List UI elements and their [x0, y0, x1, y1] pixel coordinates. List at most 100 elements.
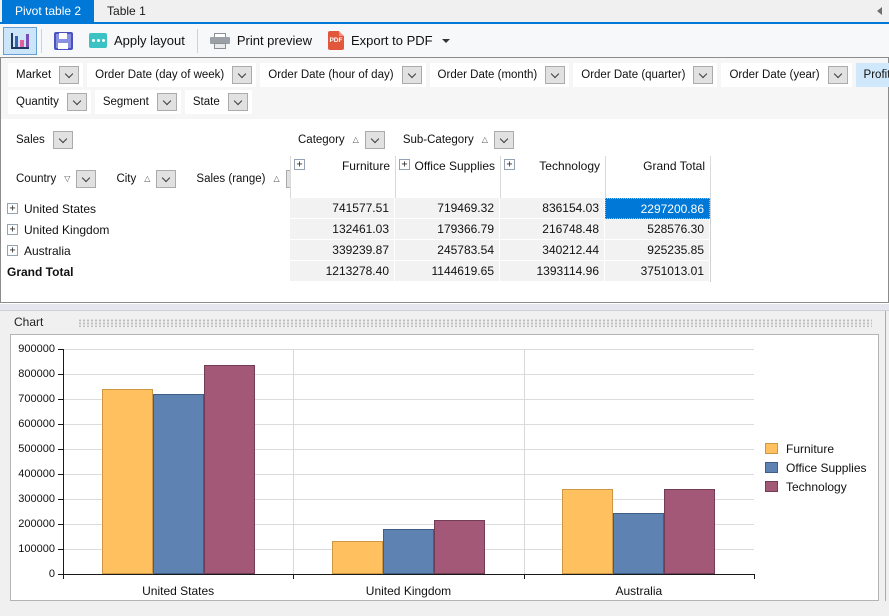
bar-office-supplies-united-kingdom[interactable]	[383, 529, 434, 574]
column-header-office-supplies[interactable]: +Office Supplies	[396, 156, 501, 198]
y-axis-label: 900000	[7, 343, 55, 355]
field-filter-dropdown-button[interactable]	[76, 170, 96, 188]
bar-technology-australia[interactable]	[664, 489, 715, 574]
row-header-grand-total[interactable]: Grand Total	[4, 261, 290, 282]
expand-icon[interactable]: +	[7, 224, 18, 235]
pivot-cell[interactable]: 179366.79	[395, 219, 500, 240]
field-chip-label: Sales	[16, 134, 45, 146]
column-header-furniture[interactable]: +Furniture	[291, 156, 396, 198]
pivot-cell[interactable]: 1393114.96	[500, 261, 605, 282]
field-chip-label: Order Date (year)	[729, 69, 819, 81]
pivot-cell[interactable]: 3751013.01	[605, 261, 710, 282]
expand-icon[interactable]: +	[7, 203, 18, 214]
field-chip-order-date-month[interactable]: Order Date (month)	[430, 63, 570, 87]
sort-ascending-icon: △	[273, 175, 279, 183]
field-chip-profit[interactable]: Profit	[856, 63, 889, 87]
field-filter-dropdown-button[interactable]	[53, 131, 73, 149]
bar-technology-united-kingdom[interactable]	[434, 520, 485, 574]
field-chip-order-date-day-of-week[interactable]: Order Date (day of week)	[87, 63, 256, 87]
field-filter-dropdown-button[interactable]	[693, 66, 713, 84]
column-header-label: Office Supplies	[410, 159, 495, 173]
pivot-cell[interactable]: 340212.44	[500, 240, 605, 261]
category-separator-line	[524, 349, 525, 574]
field-filter-dropdown-button[interactable]	[228, 93, 248, 111]
field-chip-label: Country	[16, 173, 56, 185]
field-filter-dropdown-button[interactable]	[232, 66, 252, 84]
pivot-cell[interactable]: 836154.03	[500, 198, 605, 219]
field-filter-dropdown-button[interactable]	[365, 131, 385, 149]
tab-table-1[interactable]: Table 1	[94, 0, 159, 22]
field-chip-sub-category[interactable]: Sub-Category△	[395, 128, 518, 152]
pivot-cell-selected[interactable]: 2297200.86	[605, 198, 710, 219]
tab-scroll-left-icon[interactable]	[877, 7, 882, 15]
field-chip-country[interactable]: Country▽	[8, 167, 100, 191]
bar-technology-united-states[interactable]	[204, 365, 255, 574]
pivot-cell[interactable]: 1144619.65	[395, 261, 500, 282]
row-header-united-kingdom[interactable]: +United Kingdom	[4, 219, 290, 240]
filter-fields-row-1: MarketOrder Date (day of week)Order Date…	[8, 63, 889, 87]
field-chip-quantity[interactable]: Quantity	[8, 90, 91, 114]
save-layout-button[interactable]	[46, 27, 81, 55]
field-chip-label: State	[193, 96, 220, 108]
row-header-australia[interactable]: +Australia	[4, 240, 290, 261]
field-chip-order-date-quarter[interactable]: Order Date (quarter)	[573, 63, 717, 87]
column-header-grand-total[interactable]: Grand Total	[606, 156, 711, 198]
legend-swatch	[765, 443, 778, 454]
legend-item-office-supplies: Office Supplies	[765, 458, 867, 477]
bar-furniture-australia[interactable]	[562, 489, 613, 574]
field-chip-segment[interactable]: Segment	[95, 90, 181, 114]
bar-furniture-united-states[interactable]	[102, 389, 153, 574]
category-separator-line	[293, 349, 294, 574]
field-chip-market[interactable]: Market	[8, 63, 83, 87]
chart-panel-title: Chart	[14, 315, 43, 329]
column-headers: +Furniture+Office Supplies+TechnologyGra…	[290, 156, 712, 198]
chevron-down-icon	[59, 134, 67, 142]
legend-label: Furniture	[786, 442, 834, 456]
field-chip-state[interactable]: State	[185, 90, 252, 114]
y-axis-line	[63, 349, 64, 574]
field-chip-city[interactable]: City△	[108, 167, 180, 191]
panel-splitter[interactable]	[0, 303, 889, 311]
bar-furniture-united-kingdom[interactable]	[332, 541, 383, 574]
pivot-cell[interactable]: 1213278.40	[290, 261, 395, 282]
expand-icon[interactable]: +	[7, 245, 18, 256]
pivot-cell[interactable]: 339239.87	[290, 240, 395, 261]
field-filter-dropdown-button[interactable]	[545, 66, 565, 84]
apply-layout-button[interactable]: Apply layout	[81, 27, 193, 55]
tab-label: Table 1	[107, 4, 146, 18]
pivot-cell[interactable]: 719469.32	[395, 198, 500, 219]
field-chip-category[interactable]: Category△	[290, 128, 389, 152]
expand-icon[interactable]: +	[294, 159, 305, 170]
pivot-cell[interactable]: 216748.48	[500, 219, 605, 240]
field-filter-dropdown-button[interactable]	[494, 131, 514, 149]
show-chart-toggle-button[interactable]	[3, 27, 37, 55]
field-chip-order-date-hour-of-day[interactable]: Order Date (hour of day)	[260, 63, 425, 87]
field-chip-order-date-year[interactable]: Order Date (year)	[721, 63, 851, 87]
pivot-cell[interactable]: 925235.85	[605, 240, 710, 261]
field-filter-dropdown-button[interactable]	[59, 66, 79, 84]
bar-office-supplies-australia[interactable]	[613, 513, 664, 574]
field-filter-dropdown-button[interactable]	[156, 170, 176, 188]
pivot-cell[interactable]: 741577.51	[290, 198, 395, 219]
row-header-united-states[interactable]: +United States	[4, 198, 290, 219]
field-chip-sales[interactable]: Sales	[8, 128, 77, 152]
pivot-cell[interactable]: 245783.54	[395, 240, 500, 261]
legend-swatch	[765, 481, 778, 492]
export-to-pdf-button[interactable]: PDF Export to PDF	[320, 27, 458, 55]
chevron-down-icon	[442, 39, 450, 43]
tab-pivot-table-2[interactable]: Pivot table 2	[2, 0, 94, 22]
pivot-cell[interactable]: 132461.03	[290, 219, 395, 240]
print-preview-button[interactable]: Print preview	[202, 27, 320, 55]
pivot-cell[interactable]: 528576.30	[605, 219, 710, 240]
bar-office-supplies-united-states[interactable]	[153, 394, 204, 574]
chevron-down-icon	[73, 96, 81, 104]
field-filter-dropdown-button[interactable]	[67, 93, 87, 111]
field-filter-dropdown-button[interactable]	[828, 66, 848, 84]
column-header-technology[interactable]: +Technology	[501, 156, 606, 198]
field-filter-dropdown-button[interactable]	[402, 66, 422, 84]
chart-panel-header[interactable]: Chart	[0, 311, 889, 333]
expand-icon[interactable]: +	[399, 159, 410, 170]
chevron-down-icon	[162, 173, 170, 181]
field-filter-dropdown-button[interactable]	[157, 93, 177, 111]
expand-icon[interactable]: +	[504, 159, 515, 170]
